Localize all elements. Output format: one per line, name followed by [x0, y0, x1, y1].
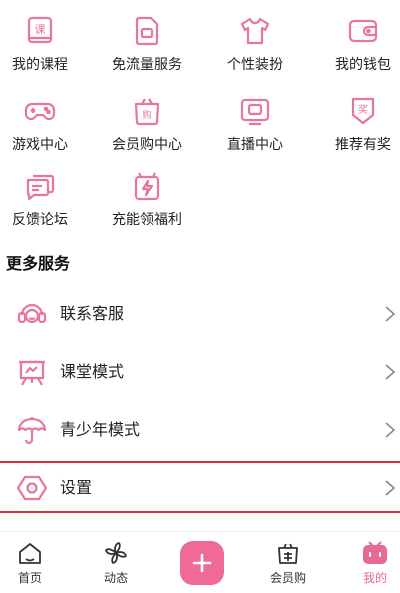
pinwheel-icon	[103, 540, 129, 566]
grid-label: 我的钱包	[335, 57, 391, 73]
chevron-right-icon	[384, 305, 396, 323]
list-item-label: 青少年模式	[60, 420, 141, 439]
grid-label: 直播中心	[227, 137, 283, 153]
shopping-bag-icon	[275, 540, 301, 566]
nav-item-mine[interactable]: 我的	[335, 532, 400, 593]
grid-item-my-courses[interactable]: 课 我的课程	[0, 0, 90, 73]
list-item-contact-support[interactable]: 联系客服	[0, 285, 400, 343]
list-item-label: 设置	[60, 478, 93, 497]
headset-icon	[16, 298, 48, 330]
reward-badge-icon: 奖	[346, 94, 380, 128]
bottom-nav: 首页 动态 会员购 我的	[0, 531, 400, 593]
create-post-button[interactable]	[180, 541, 224, 585]
nav-label: 我的	[362, 571, 387, 585]
grid-label: 充能领福利	[112, 212, 182, 228]
svg-text:课: 课	[35, 23, 46, 36]
list-item-label: 课堂模式	[60, 362, 125, 381]
grid-row-1: 课 我的课程 免流量服务 个性装扮 我的钱包	[0, 0, 400, 73]
gamepad-icon	[23, 94, 57, 128]
svg-text:奖: 奖	[358, 103, 368, 116]
shopping-bag-icon: 购	[130, 94, 164, 128]
grid-label: 反馈论坛	[12, 212, 68, 228]
grid-item-member-shop[interactable]: 购 会员购中心	[97, 80, 197, 153]
plus-icon	[192, 553, 212, 573]
tv-mascot-icon	[362, 540, 388, 566]
grid-label: 免流量服务	[112, 57, 182, 73]
grid-label: 我的课程	[12, 57, 68, 73]
grid-label: 个性装扮	[227, 57, 283, 73]
chevron-right-icon	[384, 479, 396, 497]
live-tv-icon	[238, 94, 272, 128]
grid-row-3: 反馈论坛 充能领福利	[0, 155, 400, 228]
grid-label: 会员购中心	[112, 137, 182, 153]
energy-gift-icon	[130, 169, 164, 203]
course-book-icon: 课	[23, 14, 57, 48]
grid-label: 推荐有奖	[335, 137, 391, 153]
home-icon	[17, 540, 43, 566]
nav-label: 动态	[103, 571, 128, 585]
umbrella-icon	[16, 414, 48, 446]
nav-label: 会员购	[269, 571, 306, 585]
grid-item-personal-decor[interactable]: 个性装扮	[205, 0, 305, 73]
tshirt-icon	[238, 14, 272, 48]
grid-item-wallet[interactable]: 我的钱包	[313, 0, 400, 73]
wallet-icon	[346, 14, 380, 48]
list-item-teen-mode[interactable]: 青少年模式	[0, 401, 400, 459]
grid-item-free-data[interactable]: 免流量服务	[97, 0, 197, 73]
chevron-right-icon	[384, 421, 396, 439]
grid-item-feedback-forum[interactable]: 反馈论坛	[0, 155, 90, 228]
grid-item-charge-benefits[interactable]: 充能领福利	[97, 155, 197, 228]
my-page: 课 我的课程 免流量服务 个性装扮 我的钱包 游戏中心 购 会员购中心 直播中心…	[0, 0, 400, 593]
nav-item-feed[interactable]: 动态	[76, 532, 156, 593]
classroom-easel-icon	[16, 356, 48, 388]
list-item-classroom-mode[interactable]: 课堂模式	[0, 343, 400, 401]
grid-label: 游戏中心	[12, 137, 68, 153]
chevron-right-icon	[384, 363, 396, 381]
svg-text:购: 购	[142, 109, 151, 121]
grid-item-game-center[interactable]: 游戏中心	[0, 80, 90, 153]
list-item-label: 联系客服	[60, 304, 125, 323]
nav-item-home[interactable]: 首页	[0, 532, 70, 593]
feedback-chat-icon	[23, 169, 57, 203]
list-item-settings[interactable]: 设置	[0, 459, 400, 517]
grid-item-referral-reward[interactable]: 奖 推荐有奖	[313, 80, 400, 153]
more-services-title: 更多服务	[6, 254, 71, 273]
nav-item-member-shop[interactable]: 会员购	[248, 532, 328, 593]
settings-hexagon-icon	[16, 472, 48, 504]
nav-label: 首页	[17, 571, 42, 585]
grid-item-live-center[interactable]: 直播中心	[205, 80, 305, 153]
sim-card-icon	[130, 14, 164, 48]
grid-row-2: 游戏中心 购 会员购中心 直播中心 奖 推荐有奖	[0, 80, 400, 153]
